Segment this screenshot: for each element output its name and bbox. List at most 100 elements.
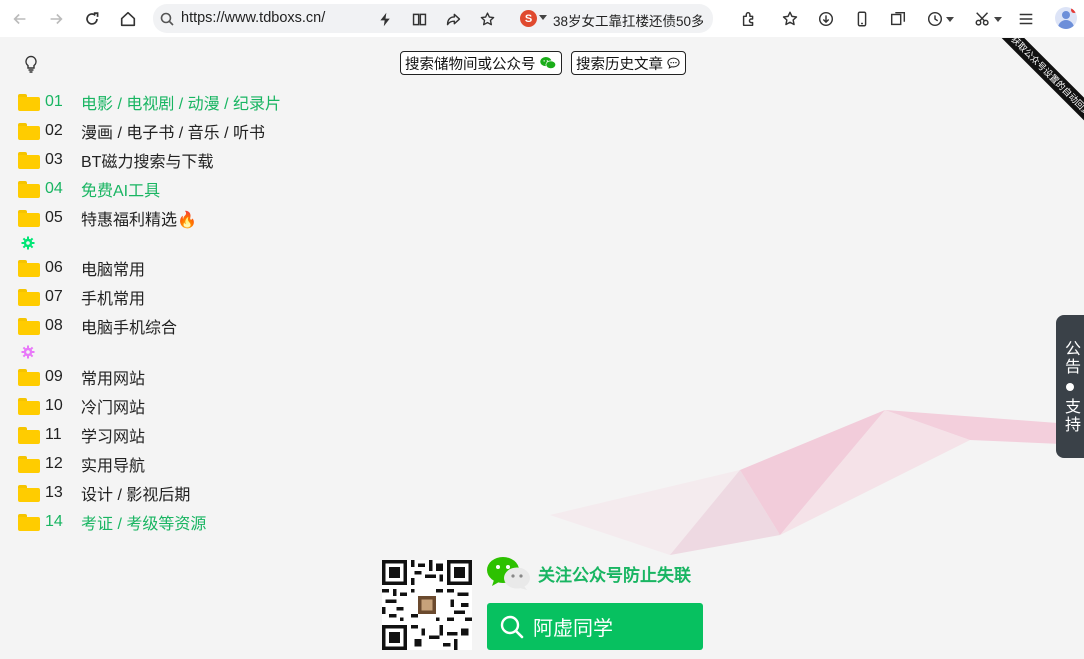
category-number: 10 bbox=[45, 397, 63, 414]
category-item-09[interactable]: 09 常用网站 bbox=[18, 364, 145, 390]
folder-icon bbox=[18, 122, 40, 140]
news-ticker[interactable]: 38岁女工靠扛楼还债50多 bbox=[553, 10, 703, 30]
search-history-button[interactable]: 搜索历史文章 bbox=[571, 51, 686, 75]
history-button[interactable] bbox=[925, 6, 955, 32]
history-icon bbox=[927, 11, 943, 27]
speed-button[interactable] bbox=[374, 8, 396, 30]
category-item-03[interactable]: 03 BT磁力搜索与下载 bbox=[18, 147, 213, 173]
category-item-11[interactable]: 11 学习网站 bbox=[18, 422, 145, 448]
category-label: 电影 / 电视剧 / 动漫 / 纪录片 bbox=[81, 96, 282, 113]
category-label: BT磁力搜索与下载 bbox=[81, 154, 214, 171]
reader-mode-button[interactable] bbox=[408, 8, 430, 30]
home-icon bbox=[120, 11, 136, 27]
category-label: 特惠福利精选🔥 bbox=[81, 212, 197, 229]
lightning-icon bbox=[379, 12, 390, 26]
folder-icon bbox=[18, 455, 40, 473]
search-icon bbox=[160, 12, 174, 26]
category-number: 05 bbox=[45, 209, 63, 226]
wechat-icon bbox=[539, 57, 556, 69]
notice-support-tab[interactable]: 公告 支持 bbox=[1056, 315, 1084, 458]
search-storage-label: 搜索储物间或公众号 bbox=[405, 56, 536, 73]
back-button[interactable] bbox=[7, 6, 33, 32]
folder-icon bbox=[18, 513, 40, 531]
reload-button[interactable] bbox=[79, 6, 105, 32]
category-item-07[interactable]: 07 手机常用 bbox=[18, 284, 145, 310]
category-item-04[interactable]: 04 免费AI工具 bbox=[18, 176, 160, 202]
folder-icon bbox=[18, 426, 40, 444]
search-account-button[interactable]: 阿虚同学 bbox=[487, 603, 703, 650]
category-item-05[interactable]: 05 特惠福利精选🔥 bbox=[18, 205, 197, 231]
home-button[interactable] bbox=[115, 6, 141, 32]
green-gear-icon bbox=[21, 236, 35, 250]
tabs-button[interactable] bbox=[885, 6, 911, 32]
screenshot-button[interactable] bbox=[973, 6, 1003, 32]
category-label: 考证 / 考级等资源 bbox=[81, 516, 207, 533]
favorites-button[interactable] bbox=[777, 6, 803, 32]
category-item-13[interactable]: 13 设计 / 影视后期 bbox=[18, 480, 190, 506]
folder-icon bbox=[18, 259, 40, 277]
category-number: 07 bbox=[45, 288, 63, 305]
category-number: 06 bbox=[45, 259, 63, 276]
downloads-button[interactable] bbox=[813, 6, 839, 32]
arrow-left-icon bbox=[13, 13, 26, 25]
tabs-icon bbox=[890, 11, 906, 26]
category-item-02[interactable]: 02 漫画 / 电子书 / 音乐 / 听书 bbox=[18, 118, 265, 144]
avatar[interactable] bbox=[1055, 7, 1077, 29]
category-number: 12 bbox=[45, 455, 63, 472]
share-button[interactable] bbox=[442, 8, 464, 30]
folder-icon bbox=[18, 93, 40, 111]
menu-icon bbox=[1019, 13, 1033, 25]
wechat-icon bbox=[487, 557, 530, 590]
category-item-14[interactable]: 14 考证 / 考级等资源 bbox=[18, 509, 206, 535]
category-number: 14 bbox=[45, 513, 63, 530]
address-bar[interactable]: https://www.tdboxs.cn/ S 38岁女工靠扛楼还债50多 bbox=[153, 4, 713, 33]
notification-dot bbox=[1071, 7, 1077, 13]
category-item-06[interactable]: 06 电脑常用 bbox=[18, 255, 145, 281]
category-label: 冷门网站 bbox=[81, 400, 146, 417]
search-icon bbox=[500, 615, 524, 638]
account-name: 阿虚同学 bbox=[533, 618, 613, 640]
chat-bubble-icon bbox=[667, 57, 680, 69]
search-storage-button[interactable]: 搜索储物间或公众号 bbox=[400, 51, 562, 75]
folder-icon bbox=[18, 317, 40, 335]
category-item-10[interactable]: 10 冷门网站 bbox=[18, 393, 145, 419]
qr-code bbox=[382, 560, 472, 650]
mobile-button[interactable] bbox=[849, 6, 875, 32]
bookmark-star-button[interactable] bbox=[476, 8, 498, 30]
ribbon-text[interactable]: 获取公众号设置的自动回复 bbox=[992, 38, 1084, 134]
category-number: 11 bbox=[45, 426, 62, 443]
forward-button[interactable] bbox=[43, 6, 69, 32]
category-item-01[interactable]: 01 电影 / 电视剧 / 动漫 / 纪录片 bbox=[18, 89, 281, 115]
category-item-08[interactable]: 08 电脑手机综合 bbox=[18, 313, 177, 339]
star-icon bbox=[782, 11, 798, 26]
category-number: 02 bbox=[45, 122, 63, 139]
corner-ribbon[interactable]: 获取公众号设置的自动回复 bbox=[988, 38, 1084, 134]
reload-icon bbox=[86, 12, 99, 25]
share-icon bbox=[446, 13, 460, 25]
arrow-right-icon bbox=[50, 13, 63, 25]
category-number: 04 bbox=[45, 180, 63, 197]
category-item-12[interactable]: 12 实用导航 bbox=[18, 451, 145, 477]
category-label: 设计 / 影视后期 bbox=[81, 487, 191, 504]
menu-button[interactable] bbox=[1013, 6, 1039, 32]
support-label: 支持 bbox=[1062, 397, 1079, 434]
category-label: 手机常用 bbox=[81, 291, 146, 308]
url-text[interactable]: https://www.tdboxs.cn/ bbox=[181, 10, 325, 26]
category-number: 03 bbox=[45, 151, 63, 168]
chevron-down-icon[interactable] bbox=[539, 15, 547, 20]
category-number: 09 bbox=[45, 368, 63, 385]
category-label: 电脑手机综合 bbox=[81, 320, 178, 337]
phone-icon bbox=[857, 11, 867, 27]
lightbulb-icon[interactable] bbox=[23, 55, 39, 73]
puzzle-icon bbox=[742, 12, 754, 27]
category-label: 实用导航 bbox=[81, 458, 146, 475]
sogou-icon[interactable]: S bbox=[520, 10, 537, 27]
folder-icon bbox=[18, 151, 40, 169]
follow-text: 关注公众号防止失联 bbox=[538, 565, 691, 585]
chevron-down-icon bbox=[946, 16, 954, 22]
follow-prompt: 关注公众号防止失联 bbox=[486, 555, 691, 591]
folder-icon bbox=[18, 484, 40, 502]
folder-icon bbox=[18, 209, 40, 227]
extensions-button[interactable] bbox=[736, 6, 762, 32]
category-number: 01 bbox=[45, 93, 63, 110]
